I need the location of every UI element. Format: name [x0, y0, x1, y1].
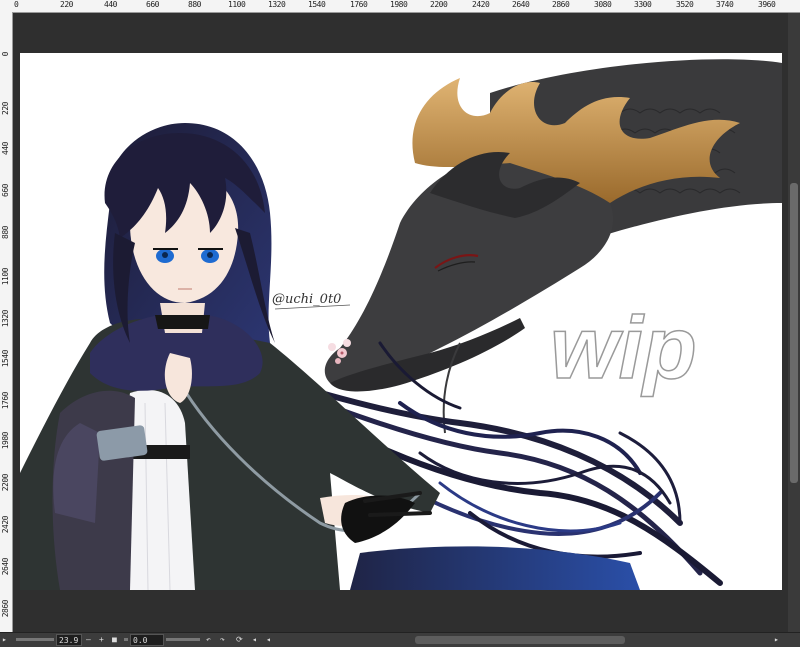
vertical-scrollbar[interactable] — [788, 13, 800, 632]
zoom-field[interactable]: 23.9 — [56, 634, 82, 646]
ruler-label: 2640 — [1, 558, 10, 576]
ruler-label: 1320 — [1, 310, 10, 328]
ruler-label: 440 — [104, 0, 117, 9]
ruler-label: 2200 — [430, 0, 448, 9]
ruler-label: 1540 — [1, 350, 10, 368]
rotation-field[interactable]: 0.0 — [130, 634, 164, 646]
ruler-label: 1320 — [268, 0, 286, 9]
skirt — [350, 546, 640, 590]
ruler-label: 1980 — [390, 0, 408, 9]
ruler-label: 1100 — [228, 0, 246, 9]
flip-horizontal-icon[interactable]: ◂ — [252, 634, 262, 646]
ruler-label: 1980 — [1, 432, 10, 450]
rotation-track[interactable] — [166, 638, 200, 641]
ruler-label: 3520 — [676, 0, 694, 9]
ruler-label: 1760 — [1, 392, 10, 410]
ruler-label: 1540 — [308, 0, 326, 9]
rotate-left-icon[interactable]: ↶ — [206, 634, 216, 646]
ruler-label: 3300 — [634, 0, 652, 9]
rotate-right-icon[interactable]: ↷ — [220, 634, 230, 646]
ruler-label: 1760 — [350, 0, 368, 9]
status-bar: ▸ 23.9 – + ■ 0.0 ↶ ↷ ⟳ ◂ ◂ ▸ — [0, 632, 800, 647]
wip-text: wip — [550, 298, 697, 397]
ruler-label: 0 — [1, 52, 10, 57]
horizontal-scroll-thumb[interactable] — [415, 636, 625, 644]
ruler-label: 440 — [1, 142, 10, 155]
ruler-label: 2200 — [1, 474, 10, 492]
ruler-label: 660 — [1, 184, 10, 197]
ruler-label: 880 — [188, 0, 201, 9]
left-ruler[interactable]: 0 220 440 660 880 1100 1320 1540 1760 19… — [0, 12, 13, 632]
drawing-canvas[interactable]: @uchi_0t0 wip — [20, 53, 782, 590]
ruler-label: 220 — [1, 102, 10, 115]
top-ruler[interactable]: 0 220 440 660 880 1100 1320 1540 1760 19… — [0, 0, 800, 13]
ruler-label: 2860 — [552, 0, 570, 9]
navigator-icon[interactable]: ▸ — [2, 634, 12, 646]
ruler-label: 2640 — [512, 0, 530, 9]
fit-icon[interactable]: ■ — [112, 634, 120, 646]
scroll-right-icon[interactable]: ▸ — [774, 634, 784, 646]
ruler-label: 3080 — [594, 0, 612, 9]
ruler-label: 880 — [1, 226, 10, 239]
ruler-label: 2860 — [1, 600, 10, 618]
ruler-label: 1100 — [1, 268, 10, 286]
vertical-scroll-thumb[interactable] — [790, 183, 798, 483]
ruler-label: 3960 — [758, 0, 776, 9]
illustration: @uchi_0t0 wip — [20, 59, 782, 590]
ruler-label: 2420 — [472, 0, 490, 9]
ruler-label: 220 — [60, 0, 73, 9]
zoom-out-button[interactable]: – — [86, 634, 94, 646]
zoom-in-button[interactable]: + — [99, 634, 107, 646]
reset-rotation-icon[interactable]: ⟳ — [236, 634, 246, 646]
ruler-label: 3740 — [716, 0, 734, 9]
scroll-left-icon[interactable]: ◂ — [266, 634, 276, 646]
signature: @uchi_0t0 — [272, 292, 341, 307]
rotation-slider[interactable] — [124, 638, 128, 641]
ruler-label: 0 — [14, 0, 19, 9]
ruler-label: 2420 — [1, 516, 10, 534]
zoom-slider[interactable] — [16, 638, 54, 641]
ruler-label: 660 — [146, 0, 159, 9]
